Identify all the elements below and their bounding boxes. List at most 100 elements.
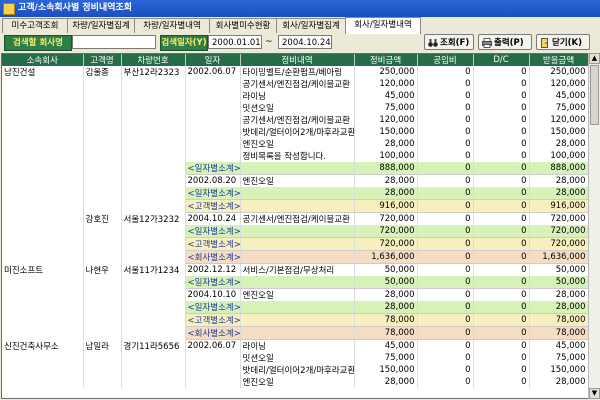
detail-grid[interactable]: 소속회사 고객명 차량번호 일자 정비내역 정비금액 공임비 D/C 받을금액 …	[1, 53, 589, 399]
tab-vehicle-daily-detail[interactable]: 차량/일자별내역	[134, 18, 210, 33]
cell-customer	[83, 225, 122, 238]
tab-bar: 미수고객조회 차량/일자별집계 차량/일자별내역 회사별미수현황 회사/일자별집…	[0, 17, 600, 34]
cell-customer	[83, 352, 122, 364]
cell-dc: 0	[473, 78, 530, 90]
cell-customer	[83, 326, 122, 340]
cell-dc: 0	[473, 339, 530, 352]
col-header-description[interactable]: 정비내역	[240, 54, 355, 66]
table-row[interactable]: 2002.08.20 엔진오일 28,000 0 0 28,000	[2, 174, 588, 187]
cell-customer	[83, 138, 122, 150]
table-row[interactable]: 밋션오일 75,000 0 0 75,000	[2, 102, 588, 114]
tab-company-unpaid-status[interactable]: 회사별미수현황	[209, 18, 277, 33]
subtotal-row[interactable]: <고객별소계> 78,000 0 0 78,000	[2, 313, 588, 327]
cell-labor: 0	[417, 138, 474, 150]
cell-customer	[83, 102, 122, 114]
col-header-amount[interactable]: 정비금액	[354, 54, 418, 66]
cell-receivable: 75,000	[529, 352, 588, 364]
cell-date: <일자별소계>	[185, 276, 241, 289]
cell-dc: 0	[473, 199, 530, 213]
cell-company	[2, 102, 84, 114]
cell-customer	[83, 376, 122, 388]
table-row[interactable]: 남진건설 김울종 부산12라2323 2002.06.07 타이밍벨트/순환펌프/베아링…	[2, 66, 588, 78]
cell-receivable: 720,000	[529, 225, 588, 238]
cell-car-number	[121, 364, 186, 376]
cell-amount: 150,000	[354, 126, 418, 138]
scroll-down-arrow-icon[interactable]: ▼	[589, 388, 600, 399]
col-header-customer[interactable]: 고객명	[83, 54, 122, 66]
table-row[interactable]: 밋션오일 75,000 0 0 75,000	[2, 352, 588, 364]
cell-customer	[83, 364, 122, 376]
cell-amount: 28,000	[354, 376, 418, 388]
tab-company-daily-detail[interactable]: 회사/일자별내역	[345, 17, 421, 34]
cell-amount: 28,000	[354, 138, 418, 150]
cell-company	[2, 114, 84, 126]
col-header-labor[interactable]: 공임비	[417, 54, 474, 66]
subtotal-row[interactable]: <일자별소계> 28,000 0 0 28,000	[2, 187, 588, 200]
table-row[interactable]: 라이닝 45,000 0 0 45,000	[2, 90, 588, 102]
cell-description: 공기센서/엔진점검/케이블교환	[240, 78, 355, 90]
cell-car-number	[121, 376, 186, 388]
subtotal-row[interactable]: <일자별소계> 888,000 0 0 888,000	[2, 162, 588, 175]
col-header-date[interactable]: 일자	[185, 54, 241, 66]
cell-amount: 28,000	[354, 174, 418, 187]
cell-company	[2, 187, 84, 200]
table-row[interactable]: 공기센서/엔진점검/케이블교환 120,000 0 0 120,000	[2, 78, 588, 90]
subtotal-row[interactable]: <회사별소계> 1,636,000 0 0 1,636,000	[2, 250, 588, 264]
cell-customer	[83, 288, 122, 301]
subtotal-row[interactable]: <일자별소계> 50,000 0 0 50,000	[2, 276, 588, 289]
scroll-up-arrow-icon[interactable]: ▲	[589, 53, 600, 64]
date-to-input[interactable]: 2004.10.24	[278, 35, 332, 49]
cell-description: 엔진오일	[240, 376, 355, 388]
table-body: 남진건설 김울종 부산12라2323 2002.06.07 타이밍벨트/순환펌프/베아링…	[2, 66, 588, 388]
cell-date: 2002.06.07	[185, 66, 241, 78]
cell-dc: 0	[473, 288, 530, 301]
table-row[interactable]: 밧데리/얼터이어2개/마후라교환 150,000 0 0 150,000	[2, 364, 588, 376]
cell-customer	[83, 187, 122, 200]
tab-vehicle-daily-summary[interactable]: 차량/일자별집계	[67, 18, 135, 33]
close-button[interactable]: 닫기(K)	[536, 34, 590, 50]
table-row[interactable]: 정비목록을 작성합니다. 100,000 0 0 100,000	[2, 150, 588, 162]
cell-description: 밋션오일	[240, 352, 355, 364]
col-header-dc[interactable]: D/C	[473, 54, 530, 66]
subtotal-row[interactable]: <일자별소계> 720,000 0 0 720,000	[2, 225, 588, 238]
vertical-scrollbar[interactable]: ▲ ▼	[588, 53, 600, 399]
col-header-receivable[interactable]: 받을금액	[529, 54, 588, 66]
tab-unpaid-customers[interactable]: 미수고객조회	[2, 18, 68, 33]
cell-description	[240, 301, 355, 314]
table-row[interactable]: 엔진오일 28,000 0 0 28,000	[2, 376, 588, 388]
print-button-label: 출력(P)	[494, 38, 524, 48]
table-row[interactable]: 엔진오일 28,000 0 0 28,000	[2, 138, 588, 150]
cell-customer	[83, 90, 122, 102]
cell-labor: 0	[417, 102, 474, 114]
company-search-input[interactable]	[72, 35, 156, 49]
cell-company	[2, 174, 84, 187]
tab-company-daily-summary[interactable]: 회사/일자별집계	[276, 18, 346, 33]
cell-amount: 1,636,000	[354, 250, 418, 264]
table-row[interactable]: 밧데리/얼터이어2개/마후라교환 150,000 0 0 150,000	[2, 126, 588, 138]
subtotal-row[interactable]: <회사별소계> 78,000 0 0 78,000	[2, 326, 588, 340]
table-row[interactable]: 공기센서/엔진점검/케이블교환 120,000 0 0 120,000	[2, 114, 588, 126]
cell-description: 라이닝	[240, 90, 355, 102]
table-row[interactable]: 미진소프트 나현우 서울11가1234 2002.12.12 서비스/기본점검/무상처리…	[2, 263, 588, 276]
cell-date	[185, 126, 241, 138]
scroll-thumb[interactable]	[590, 65, 599, 125]
col-header-car-number[interactable]: 차량번호	[121, 54, 186, 66]
cell-description: 공기센서/엔진점검/케이블교환	[240, 212, 355, 225]
subtotal-row[interactable]: <고객별소계> 916,000 0 0 916,000	[2, 199, 588, 213]
subtotal-row[interactable]: <일자별소계> 28,000 0 0 28,000	[2, 301, 588, 314]
search-button[interactable]: 조회(F)	[424, 34, 474, 50]
cell-receivable: 28,000	[529, 376, 588, 388]
print-button[interactable]: 출력(P)	[478, 34, 532, 50]
cell-date	[185, 376, 241, 388]
table-row[interactable]: 2004.10.10 엔진오일 28,000 0 0 28,000	[2, 288, 588, 301]
cell-receivable: 1,636,000	[529, 250, 588, 264]
table-row[interactable]: 신진건축사무소 남일라 경기11라5656 2002.06.07 라이닝 45,000 0 0…	[2, 339, 588, 352]
col-header-company[interactable]: 소속회사	[2, 54, 84, 66]
table-row[interactable]: 강호진 서울12가3232 2004.10.24 공기센서/엔진점검/케이블교환 720…	[2, 212, 588, 225]
date-search-label: 검색일자(Y)	[160, 35, 208, 51]
cell-receivable: 250,000	[529, 66, 588, 78]
date-from-input[interactable]: 2000.01.01	[208, 35, 262, 49]
cell-customer	[83, 114, 122, 126]
subtotal-row[interactable]: <고객별소계> 720,000 0 0 720,000	[2, 237, 588, 251]
cell-customer: 강호진	[83, 212, 122, 225]
